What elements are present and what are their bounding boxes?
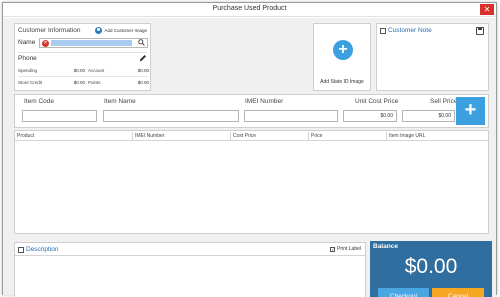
- clear-icon[interactable]: ✕: [42, 40, 49, 47]
- items-table: Product IMEI Number Cost Price Price Ite…: [14, 130, 489, 234]
- column-header-cost-price[interactable]: Cost Price: [231, 132, 309, 140]
- item-code-label: Item Code: [24, 98, 54, 105]
- customer-note-title: Customer Note: [388, 27, 432, 34]
- customer-name-input[interactable]: ✕: [39, 38, 148, 48]
- add-state-id-label: Add State ID Image: [320, 79, 364, 85]
- purchase-used-product-dialog: Purchase Used Product ✕ Customer Informa…: [2, 2, 497, 297]
- person-icon: [95, 27, 103, 34]
- customer-info-panel: Customer Information Add Customer Image …: [14, 23, 151, 91]
- item-code-input[interactable]: [22, 110, 97, 122]
- balance-amount: $0.00: [404, 255, 458, 278]
- note-icon: [380, 27, 386, 34]
- state-id-panel[interactable]: + Add State ID Image: [313, 23, 371, 91]
- store-credit-label: Store Credit: [18, 80, 43, 85]
- points-label: Points: [88, 80, 101, 85]
- description-panel[interactable]: Description ✓ Print Label: [14, 242, 366, 297]
- points-value: $0.00: [137, 80, 149, 85]
- divider: [15, 255, 365, 256]
- dialog-body: Customer Information Add Customer Image …: [3, 18, 496, 297]
- note-icon: [18, 246, 24, 253]
- print-label-toggle[interactable]: ✓ Print Label: [330, 246, 361, 252]
- customer-note-header: Customer Note: [380, 27, 432, 34]
- column-header-price[interactable]: Price: [309, 132, 387, 140]
- print-label-text: Print Label: [337, 246, 361, 252]
- sell-price-input[interactable]: $0.00: [402, 110, 455, 122]
- add-customer-image-label: Add Customer Image: [104, 28, 147, 33]
- name-label: Name: [18, 39, 36, 46]
- imei-number-label: IMEI Number: [245, 98, 284, 105]
- header-divider: [15, 140, 488, 141]
- sell-price-label: Sell Price: [430, 98, 458, 105]
- column-header-product[interactable]: Product: [15, 132, 133, 140]
- customer-info-header: Customer Information: [18, 27, 81, 34]
- imei-number-input[interactable]: [244, 110, 338, 122]
- item-name-label: Item Name: [104, 98, 136, 105]
- add-customer-image-button[interactable]: Add Customer Image: [95, 27, 147, 34]
- customer-note-panel[interactable]: Customer Note: [376, 23, 489, 91]
- save-icon[interactable]: [476, 27, 484, 35]
- phone-label: Phone: [18, 55, 37, 62]
- item-name-input[interactable]: [103, 110, 239, 122]
- divider: [18, 52, 147, 53]
- cancel-button[interactable]: Cancel: [432, 288, 484, 297]
- spending-value: $0.00: [73, 68, 85, 73]
- description-title: Description: [26, 246, 59, 253]
- account-label: Account: [88, 68, 105, 73]
- search-icon[interactable]: [138, 39, 145, 48]
- checkout-button[interactable]: Checkout: [378, 288, 429, 297]
- title-bar: Purchase Used Product ✕: [3, 3, 496, 17]
- print-label-checkbox[interactable]: ✓: [330, 246, 336, 252]
- pencil-icon[interactable]: [139, 54, 147, 64]
- divider: [18, 76, 148, 77]
- balance-header: Balance: [373, 243, 398, 250]
- unit-cost-price-input[interactable]: $0.00: [343, 110, 397, 122]
- column-header-imei-number[interactable]: IMEI Number: [133, 132, 231, 140]
- balance-panel: Balance $0.00 Checkout Cancel: [370, 241, 492, 297]
- add-state-id-icon[interactable]: +: [333, 40, 353, 60]
- close-button[interactable]: ✕: [480, 4, 494, 15]
- customer-name-selection: [51, 40, 132, 46]
- unit-cost-price-label: Unit Cost Price: [355, 98, 399, 105]
- account-value: $0.00: [137, 68, 149, 73]
- spending-label: Spending: [18, 68, 38, 73]
- add-item-button[interactable]: +: [456, 97, 485, 125]
- window-title: Purchase Used Product: [212, 5, 287, 12]
- description-header: Description: [18, 246, 59, 253]
- store-credit-value: $0.00: [73, 80, 85, 85]
- item-entry-panel: Item Code Item Name IMEI Number Unit Cos…: [14, 94, 489, 128]
- column-header-item-image-url[interactable]: Item Image URL: [387, 132, 488, 140]
